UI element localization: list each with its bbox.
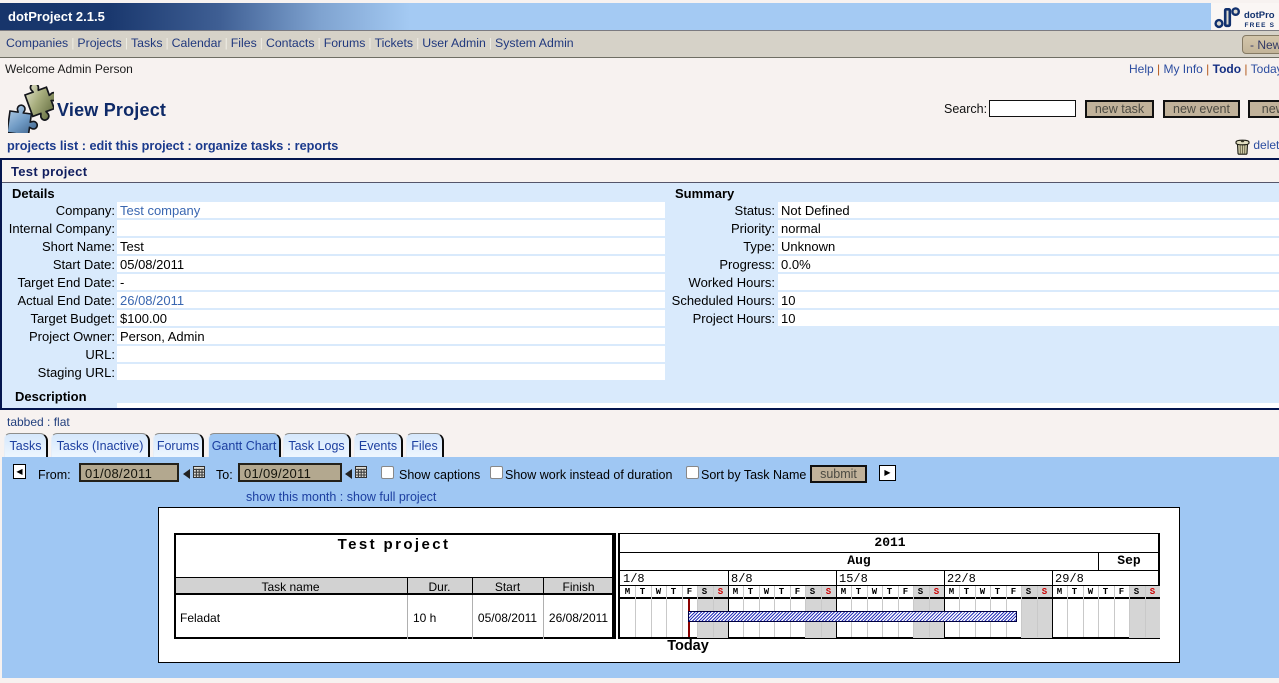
svg-text:dotPro: dotPro	[1244, 10, 1275, 21]
svg-text:FREE S: FREE S	[1245, 22, 1276, 29]
